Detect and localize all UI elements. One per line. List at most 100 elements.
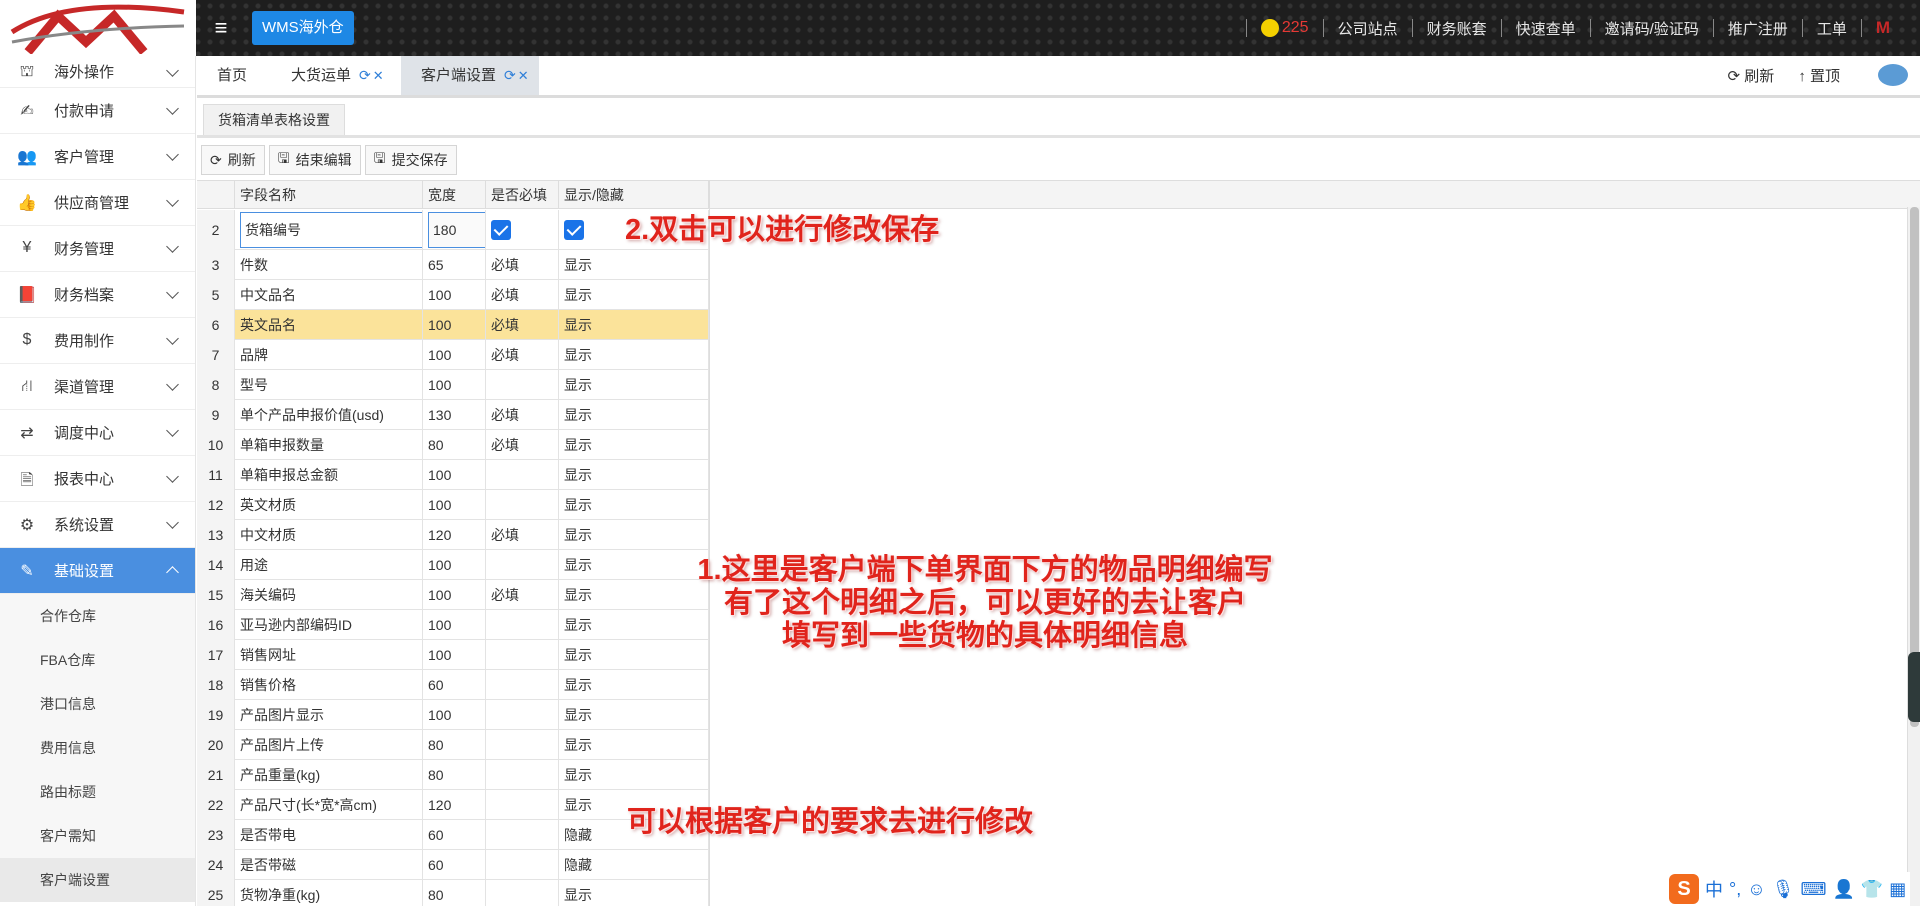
- table-row[interactable]: 15 海关编码 100 必填 显示: [197, 580, 709, 610]
- width-cell[interactable]: 100: [423, 310, 486, 340]
- width-cell[interactable]: 100: [423, 490, 486, 520]
- refresh-page-button[interactable]: ⟳ 刷新: [1728, 65, 1775, 86]
- width-cell[interactable]: 100: [423, 550, 486, 580]
- punctuation-icon[interactable]: °,: [1729, 879, 1741, 900]
- table-row[interactable]: 20 产品图片上传 80 显示: [197, 730, 709, 760]
- ime-mode[interactable]: 中: [1705, 876, 1723, 902]
- end-edit-button[interactable]: 🖫 结束编辑: [268, 145, 361, 175]
- field-name-cell[interactable]: 产品尺寸(长*宽*高cm): [235, 790, 423, 820]
- required-checkbox[interactable]: [491, 220, 511, 240]
- width-cell[interactable]: 100: [423, 340, 486, 370]
- table-row[interactable]: 12 英文材质 100 显示: [197, 490, 709, 520]
- sidebar-item-basic-settings[interactable]: ✎ 基础设置: [0, 548, 195, 594]
- sidebar-item-fees[interactable]: $ 费用制作: [0, 318, 195, 364]
- visibility-cell[interactable]: 显示: [559, 340, 709, 370]
- table-row[interactable]: 9 单个产品申报价值(usd) 130 必填 显示: [197, 400, 709, 430]
- field-name-cell[interactable]: 亚马逊内部编码ID: [235, 610, 423, 640]
- width-cell[interactable]: 60: [423, 820, 486, 850]
- width-cell[interactable]: 100: [423, 700, 486, 730]
- width-cell[interactable]: 100: [423, 640, 486, 670]
- width-input[interactable]: [428, 212, 485, 248]
- required-cell[interactable]: [486, 760, 559, 790]
- sidebar-subitem-partner-warehouse[interactable]: 合作仓库: [0, 594, 195, 638]
- required-cell[interactable]: 必填: [486, 580, 559, 610]
- field-name-cell[interactable]: 产品图片显示: [235, 700, 423, 730]
- tab-home[interactable]: 首页: [217, 56, 247, 95]
- width-cell[interactable]: 65: [423, 250, 486, 280]
- tab-client-settings[interactable]: 客户端设置 ⟳ ✕: [401, 56, 539, 95]
- sidebar-item-reports[interactable]: 🗎 报表中心: [0, 456, 195, 502]
- assistant-robot-icon[interactable]: [1878, 64, 1908, 86]
- menu-toggle-icon[interactable]: ≡: [210, 14, 232, 42]
- required-cell[interactable]: [486, 550, 559, 580]
- table-row[interactable]: 7 品牌 100 必填 显示: [197, 340, 709, 370]
- table-row[interactable]: 18 销售价格 60 显示: [197, 670, 709, 700]
- width-cell[interactable]: 60: [423, 670, 486, 700]
- sidebar-subitem-client-settings[interactable]: 客户端设置: [0, 858, 195, 902]
- table-row[interactable]: 16 亚马逊内部编码ID 100 显示: [197, 610, 709, 640]
- visibility-cell[interactable]: 显示: [559, 670, 709, 700]
- sidebar-item-system[interactable]: ⚙ 系统设置: [0, 502, 195, 548]
- sidebar-subitem-customer-notice[interactable]: 客户需知: [0, 814, 195, 858]
- sidebar-subitem-fba-warehouse[interactable]: FBA仓库: [0, 638, 195, 682]
- width-cell[interactable]: 100: [423, 370, 486, 400]
- emoji-icon[interactable]: ☺: [1747, 879, 1765, 900]
- width-cell[interactable]: 80: [423, 430, 486, 460]
- width-cell[interactable]: 100: [423, 610, 486, 640]
- sidebar-item-channels[interactable]: ⛙ 渠道管理: [0, 364, 195, 410]
- microphone-icon[interactable]: 🎙: [1772, 879, 1795, 900]
- width-cell[interactable]: 100: [423, 580, 486, 610]
- field-name-cell[interactable]: 品牌: [235, 340, 423, 370]
- field-name-cell[interactable]: 单箱申报数量: [235, 430, 423, 460]
- width-cell[interactable]: 120: [423, 790, 486, 820]
- header-field-name[interactable]: 字段名称: [235, 181, 423, 209]
- visibility-cell[interactable]: 显示: [559, 310, 709, 340]
- pin-top-button[interactable]: ↑ 置顶: [1798, 65, 1840, 86]
- field-name-cell[interactable]: 英文材质: [235, 490, 423, 520]
- width-cell[interactable]: 130: [423, 400, 486, 430]
- visibility-cell[interactable]: 隐藏: [559, 850, 709, 880]
- user-avatar[interactable]: M: [1876, 18, 1890, 38]
- table-row[interactable]: 5 中文品名 100 必填 显示: [197, 280, 709, 310]
- required-cell[interactable]: [486, 790, 559, 820]
- field-name-cell[interactable]: 产品重量(kg): [235, 760, 423, 790]
- required-cell[interactable]: [486, 490, 559, 520]
- width-cell[interactable]: 120: [423, 520, 486, 550]
- link-finance-ledger[interactable]: 财务账套: [1427, 18, 1487, 39]
- required-cell[interactable]: [486, 730, 559, 760]
- field-name-cell[interactable]: 是否带电: [235, 820, 423, 850]
- sidebar-item-overseas-ops[interactable]: ⛫ 海外操作: [0, 56, 195, 88]
- required-cell[interactable]: 必填: [486, 340, 559, 370]
- required-cell[interactable]: [486, 370, 559, 400]
- table-row[interactable]: 21 产品重量(kg) 80 显示: [197, 760, 709, 790]
- sidebar-item-customers[interactable]: 👥 客户管理: [0, 134, 195, 180]
- visibility-cell[interactable]: 显示: [559, 520, 709, 550]
- visibility-cell[interactable]: 显示: [559, 460, 709, 490]
- sidebar-item-finance-archive[interactable]: 📕 财务档案: [0, 272, 195, 318]
- submit-save-button[interactable]: 🖫 提交保存: [364, 145, 457, 175]
- vertical-scrollbar[interactable]: [1907, 207, 1920, 906]
- field-name-cell[interactable]: 货物净重(kg): [235, 880, 423, 906]
- visible-checkbox[interactable]: [564, 220, 584, 240]
- required-cell[interactable]: [486, 460, 559, 490]
- field-name-cell[interactable]: 中文品名: [235, 280, 423, 310]
- visibility-cell[interactable]: 显示: [559, 370, 709, 400]
- field-name-cell[interactable]: 英文品名: [235, 310, 423, 340]
- required-cell[interactable]: 必填: [486, 400, 559, 430]
- app-badge[interactable]: WMS海外仓: [252, 11, 354, 45]
- user-icon[interactable]: 👤: [1832, 879, 1854, 900]
- visibility-cell[interactable]: 显示: [559, 730, 709, 760]
- sidebar-item-payment[interactable]: ✍ 付款申请: [0, 88, 195, 134]
- table-row[interactable]: 10 单箱申报数量 80 必填 显示: [197, 430, 709, 460]
- link-work-order[interactable]: 工单: [1817, 18, 1847, 39]
- width-cell[interactable]: 80: [423, 760, 486, 790]
- header-required[interactable]: 是否必填: [486, 181, 559, 209]
- sidebar-subitem-port-info[interactable]: 港口信息: [0, 682, 195, 726]
- refresh-icon[interactable]: ⟳: [504, 67, 516, 83]
- table-row[interactable]: 13 中文材质 120 必填 显示: [197, 520, 709, 550]
- sidebar-item-dispatch[interactable]: ⇄ 调度中心: [0, 410, 195, 456]
- sidebar-item-finance[interactable]: ¥ 财务管理: [0, 226, 195, 272]
- field-name-cell[interactable]: 产品图片上传: [235, 730, 423, 760]
- field-name-cell[interactable]: 件数: [235, 250, 423, 280]
- table-row[interactable]: 19 产品图片显示 100 显示: [197, 700, 709, 730]
